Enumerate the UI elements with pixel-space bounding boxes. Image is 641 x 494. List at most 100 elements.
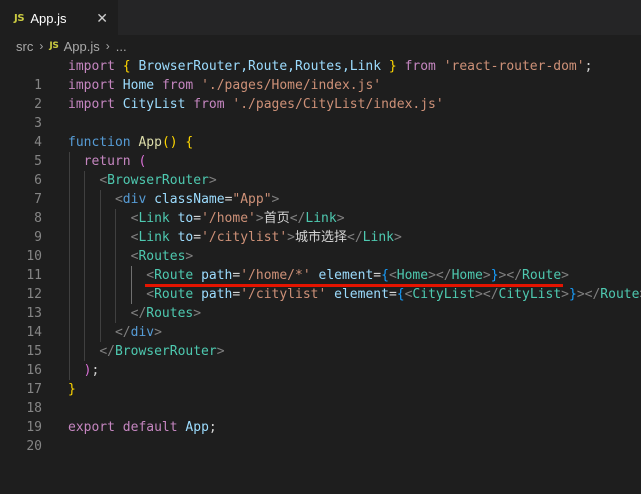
string: 'react-router-dom' [443, 59, 585, 74]
code-line: 1 import { BrowserRouter,Route,Routes,Li… [0, 57, 641, 93]
breadcrumb-folder-src[interactable]: src [16, 39, 33, 54]
code-line: 13 <Route path='/citylist' element={<Cit… [0, 285, 641, 321]
code-line: 11 <Routes> [0, 247, 641, 283]
tag-bracket: > [428, 268, 436, 283]
jsx-tag: Home [396, 268, 429, 283]
js-file-icon: JS [49, 41, 59, 51]
tag-bracket: > [208, 173, 217, 188]
attribute: className [154, 192, 225, 207]
code-line: 15 </div> [0, 323, 641, 359]
code-line: 7 <BrowserRouter> [0, 171, 641, 207]
parens: () [161, 135, 178, 150]
code-line: 12 <Route path='/home/*' element={<Home>… [0, 266, 641, 302]
tag-bracket: </ [99, 344, 115, 359]
tag-bracket: > [475, 287, 483, 302]
identifier: Home [122, 78, 155, 93]
attribute: path [201, 268, 233, 283]
code-line: 8 <div className="App"> [0, 190, 641, 226]
tag-bracket: </ [482, 287, 499, 302]
jsx-tag: Route [522, 268, 562, 283]
tag-bracket: < [146, 268, 155, 283]
keyword: from [193, 97, 225, 112]
jsx-tag: div [130, 325, 155, 340]
jsx-tag: Link [362, 230, 394, 245]
brace: { [381, 268, 389, 283]
tag-bracket: </ [130, 306, 147, 321]
tag-bracket: > [185, 249, 194, 264]
jsx-tag: Link [138, 230, 170, 245]
jsx-tag: Routes [138, 249, 186, 264]
tag-bracket: ></ [498, 268, 523, 283]
import-names: BrowserRouter,Route,Routes,Link [130, 59, 389, 74]
jsx-tag: Route [154, 268, 194, 283]
punctuation: ; [91, 363, 100, 378]
attribute: to [177, 230, 194, 245]
close-icon[interactable]: ✕ [96, 12, 108, 26]
keyword: return [83, 154, 131, 169]
tag-bracket: > [216, 344, 225, 359]
brace: { [185, 135, 194, 150]
code-line: 20 export default App; [0, 418, 641, 454]
string: '/home' [201, 211, 256, 226]
jsx-tag: Link [305, 211, 337, 226]
chevron-right-icon: › [39, 39, 44, 53]
brace: } [68, 382, 76, 397]
tag-bracket: > [193, 306, 202, 321]
js-file-icon: JS [14, 13, 25, 24]
tag-bracket: > [154, 325, 162, 340]
brace: } [490, 268, 499, 283]
keyword: default [122, 420, 178, 435]
keyword: export [68, 420, 115, 435]
string: '/citylist' [240, 287, 327, 302]
function-name: App [138, 135, 162, 150]
tag-bracket: </ [435, 268, 452, 283]
jsx-text: 首页 [263, 211, 290, 226]
code-line: 6 return ( [0, 152, 641, 188]
jsx-tag: Route [600, 287, 640, 302]
jsx-tag: Routes [146, 306, 194, 321]
code-line: 10 <Link to='/citylist'>城市选择</Link> [0, 228, 641, 264]
brace: { [396, 287, 405, 302]
jsx-tag: CityList [498, 287, 562, 302]
brace: } [388, 59, 397, 74]
annotation-underline [145, 284, 563, 287]
code-editor[interactable]: 1 import { BrowserRouter,Route,Routes,Li… [0, 57, 641, 454]
punctuation: ; [584, 59, 593, 74]
jsx-tag: CityList [412, 287, 476, 302]
tab-title: App.js [30, 11, 67, 26]
code-line: 3 import CityList from './pages/CityList… [0, 95, 641, 131]
code-line: 16 </BrowserRouter> [0, 342, 641, 378]
keyword: import [68, 78, 115, 93]
jsx-tag: Home [451, 268, 483, 283]
chevron-right-icon: › [105, 39, 110, 53]
keyword: import [68, 59, 115, 74]
string: './pages/Home/index.js' [201, 78, 382, 93]
tag-bracket: > [393, 230, 402, 245]
code-line: 2 import Home from './pages/Home/index.j… [0, 76, 641, 112]
punctuation: = [388, 287, 397, 302]
tab-app-js[interactable]: JS App.js ✕ [0, 0, 118, 36]
string: "App" [232, 192, 272, 207]
tag-bracket: </ [347, 230, 363, 245]
tag-bracket: > [287, 230, 295, 245]
punctuation: ; [208, 420, 217, 435]
tag-bracket: > [271, 192, 280, 207]
tag-bracket: > [561, 287, 569, 302]
string: './pages/CityList/index.js' [232, 97, 444, 112]
code-line: 18 } [0, 380, 641, 416]
code-line: 9 <Link to='/home'>首页</Link> [0, 209, 641, 245]
jsx-tag: Link [138, 211, 170, 226]
breadcrumb-symbols[interactable]: ... [116, 39, 127, 54]
tag-bracket: > [336, 211, 345, 226]
keyword: function [68, 135, 131, 150]
jsx-text: 城市选择 [295, 230, 348, 245]
breadcrumb-file[interactable]: App.js [64, 39, 100, 54]
code-line: 14 </Routes> [0, 304, 641, 340]
editor-tab-bar: JS App.js ✕ [0, 0, 641, 36]
line-number: 20 [26, 439, 42, 454]
code-line: 19 [0, 399, 641, 435]
keyword: import [68, 97, 115, 112]
tag-bracket: </ [114, 325, 131, 340]
attribute: path [201, 287, 233, 302]
attribute: to [177, 211, 194, 226]
